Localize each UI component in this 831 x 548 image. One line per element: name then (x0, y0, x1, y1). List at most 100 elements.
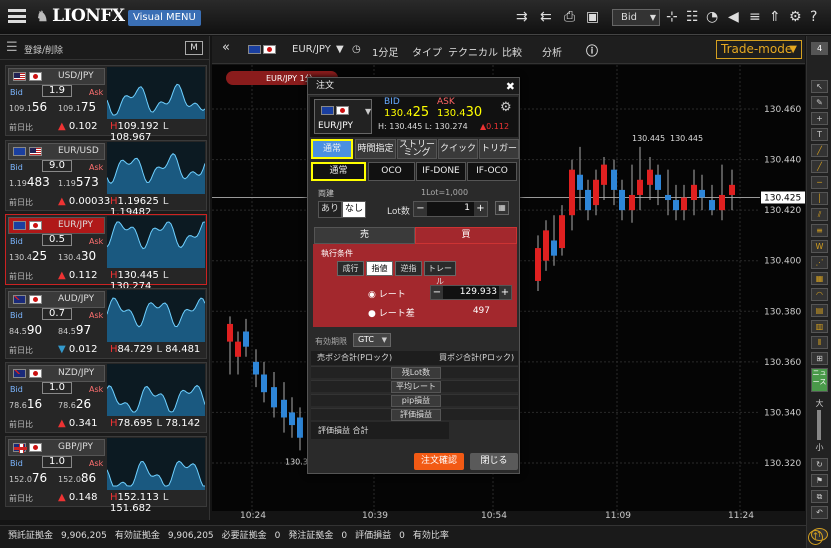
bid-price[interactable]: 130.425 (9, 249, 47, 263)
layout-icon[interactable]: ☷ (686, 9, 699, 25)
help-icon[interactable]: ? (810, 9, 817, 25)
print-icon[interactable]: ⎙ (564, 9, 575, 25)
pair-header[interactable]: AUD/JPY (8, 291, 105, 308)
m-button[interactable]: M (185, 41, 203, 55)
stop-order-button[interactable]: 逆指 (395, 261, 422, 276)
tab-single[interactable]: 通常 (311, 162, 366, 181)
window-number[interactable]: 4 (811, 42, 828, 55)
screenshot-icon[interactable]: ⧉ (811, 490, 828, 503)
gear-icon[interactable]: ⚙ (789, 9, 802, 25)
price-type-select[interactable]: Bid (612, 9, 660, 26)
diff-radio[interactable]: ● レート差 (368, 306, 415, 319)
lot-minus-button[interactable]: − (414, 202, 427, 216)
rate-stepper[interactable]: − 129.933 + (430, 285, 512, 300)
buy-button[interactable]: 買 (415, 227, 517, 244)
lot-keypad-icon[interactable]: ▦ (495, 201, 509, 215)
grid-cross-icon[interactable]: ⊹ (666, 9, 678, 25)
pair-header[interactable]: EUR/USD (8, 143, 105, 160)
pair-header[interactable]: USD/JPY (8, 68, 105, 85)
import-icon[interactable]: ⇇ (540, 9, 552, 25)
rate-card-gbp-jpy[interactable]: GBP/JPY Bid Ask 1.0 152.076 152.086 前日比 ▲ 0.148… (5, 436, 207, 514)
chart-type-button[interactable]: タイプ (412, 44, 442, 59)
tab-ifoco[interactable]: IF-OCO (467, 162, 517, 181)
news-button[interactable]: ニュース (811, 368, 828, 392)
tool-fan-icon[interactable]: ⋰ (811, 256, 828, 269)
speaker-icon[interactable]: ◀ (728, 9, 739, 25)
tool-line-icon[interactable]: ╱ (811, 144, 828, 157)
tool-trend-icon[interactable]: ╱ (811, 160, 828, 173)
tool-hline-icon[interactable]: ─ (811, 176, 828, 189)
order-pair-select[interactable]: ▼ EUR/JPY (314, 99, 372, 134)
tab-normal[interactable]: 通常 (311, 139, 353, 159)
register-button[interactable]: 登録/削除 (24, 43, 63, 56)
lot-plus-button[interactable]: + (474, 202, 487, 216)
bid-price[interactable]: 152.076 (9, 471, 47, 485)
ask-price[interactable]: 152.086 (58, 471, 96, 485)
settings-gear-icon[interactable]: ⚙ (500, 100, 512, 115)
register-icon[interactable]: ☰ (6, 40, 18, 55)
technical-button[interactable]: テクニカル (448, 44, 498, 59)
trail-order-button[interactable]: トレール (424, 261, 456, 286)
bid-price[interactable]: 78.616 (9, 397, 42, 411)
tab-oco[interactable]: OCO (368, 162, 415, 181)
ask-price[interactable]: 130.430 (58, 249, 96, 263)
export-icon[interactable]: ⇉ (516, 9, 528, 25)
tool-wave-icon[interactable]: W (811, 240, 828, 253)
bid-price[interactable]: 130.425 (384, 105, 429, 120)
save-icon[interactable]: ▣ (586, 9, 599, 25)
tab-quick[interactable]: クイック (438, 139, 478, 159)
tool-grid-icon[interactable]: ▦ (811, 272, 828, 285)
tool-range-icon[interactable]: ▥ (811, 320, 828, 333)
tool-vline-icon[interactable]: │ (811, 192, 828, 205)
limit-order-button[interactable]: 指値 (366, 261, 393, 276)
bid-price[interactable]: 109.156 (9, 100, 47, 114)
pair-header[interactable]: GBP/JPY (8, 439, 105, 456)
trade-mode-select[interactable]: Trade-mode (716, 40, 802, 59)
rate-card-eur-jpy[interactable]: EUR/JPY Bid Ask 0.5 130.425 130.430 前日比 ▲ 0.112… (5, 214, 207, 292)
tool-channel-icon[interactable]: ⫽ (811, 208, 828, 221)
tool-ruler-icon[interactable]: ⊞ (811, 352, 828, 365)
tool-cycle-icon[interactable]: ⦀ (811, 336, 828, 349)
market-order-button[interactable]: 成行 (337, 261, 364, 276)
expiry-select[interactable]: GTC (353, 333, 391, 347)
lot-stepper[interactable]: − 1 + (413, 201, 488, 217)
tool-cursor-icon[interactable]: ↖ (811, 80, 828, 93)
bid-price[interactable]: 84.590 (9, 323, 42, 337)
rate-minus-button[interactable]: − (431, 286, 443, 299)
tool-crosshair-icon[interactable]: + (811, 112, 828, 125)
rate-value[interactable]: 129.933 (460, 287, 497, 297)
order-confirm-button[interactable]: 注文確認 (414, 453, 464, 470)
pair-header[interactable]: EUR/JPY (8, 217, 105, 234)
visual-menu-button[interactable]: Visual MENU (128, 10, 201, 26)
compare-button[interactable]: 比較 (502, 44, 522, 59)
rotate-icon[interactable]: ↻ (811, 458, 828, 471)
timeframe-button[interactable]: 1分足 (372, 44, 398, 59)
close-icon[interactable]: ✖ (506, 80, 515, 93)
tool-pen-icon[interactable]: ✎ (811, 96, 828, 109)
tool-box-icon[interactable]: ▤ (811, 304, 828, 317)
bid-price[interactable]: 1.19483 (9, 175, 50, 189)
pair-dropdown-icon[interactable]: ▼ (336, 44, 344, 55)
upload-icon[interactable]: ⇑ (769, 9, 781, 25)
clock-icon[interactable]: ◷ (352, 44, 361, 55)
hamburger-menu-icon[interactable] (8, 9, 26, 23)
chart-pair-select[interactable]: EUR/JPY (292, 44, 331, 55)
bookmark-icon[interactable]: ⚑ (811, 474, 828, 487)
pair-header[interactable]: NZD/JPY (8, 365, 105, 382)
tab-time[interactable]: 時間指定 (355, 139, 396, 159)
rate-card-usd-jpy[interactable]: USD/JPY Bid Ask 1.9 109.156 109.175 前日比 ▲ 0.102… (5, 65, 207, 143)
info-icon[interactable]: ⓘ (586, 42, 598, 59)
ask-price[interactable]: 84.597 (58, 323, 91, 337)
collapse-icon[interactable]: « (222, 40, 230, 55)
rate-plus-button[interactable]: + (499, 286, 511, 299)
tab-ifdone[interactable]: IF-DONE (416, 162, 466, 181)
undo-icon[interactable]: ↶ (811, 506, 828, 519)
zoom-slider[interactable] (817, 410, 821, 440)
both-yes-button[interactable]: あり (318, 201, 342, 218)
analysis-button[interactable]: 分析 (542, 44, 562, 59)
rate-card-eur-usd[interactable]: EUR/USD Bid Ask 9.0 1.19483 1.19573 前日比 ▲ 0.000… (5, 140, 207, 218)
ask-price[interactable]: 130.430 (437, 105, 482, 120)
rate-card-aud-jpy[interactable]: AUD/JPY Bid Ask 0.7 84.590 84.597 前日比 ▼ 0.012 H8… (5, 288, 207, 359)
close-button[interactable]: 閉じる (470, 453, 518, 470)
lot-value[interactable]: 1 (464, 203, 470, 213)
